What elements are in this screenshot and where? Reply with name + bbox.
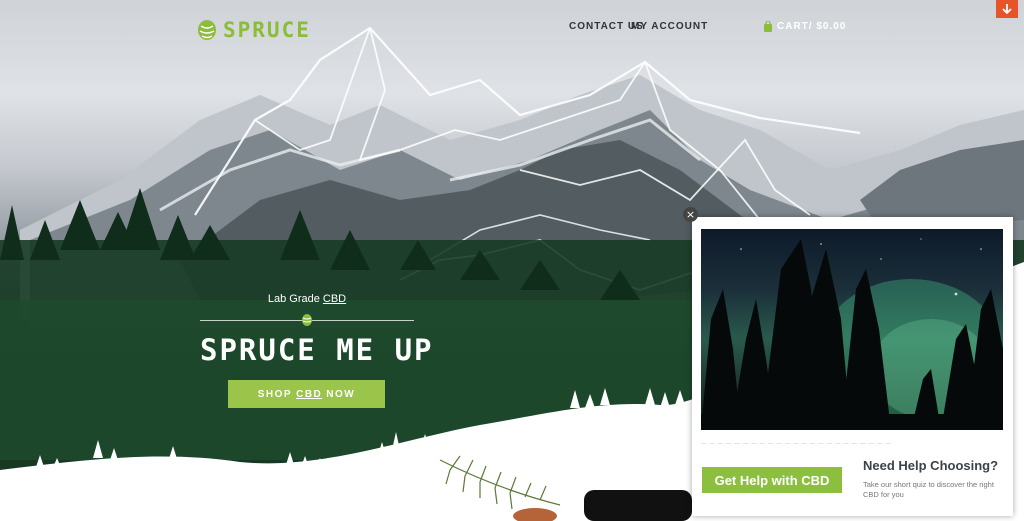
image-caption-line: — — — — — — — — — — — — — — — — — — — — … xyxy=(701,441,892,447)
popup-subtitle: Take our short quiz to discover the righ… xyxy=(863,480,994,499)
brand-logo[interactable]: SPRUCE xyxy=(197,18,311,42)
cart-link[interactable]: CART/ $0.00 xyxy=(763,21,846,32)
cta-prefix: SHOP xyxy=(257,388,293,400)
tagline-text: Lab Grade xyxy=(267,293,323,305)
cta-suffix: NOW xyxy=(326,388,356,400)
arrow-down-icon xyxy=(1002,4,1012,15)
popup-title: Need Help Choosing? xyxy=(863,458,999,473)
hero-copy: Lab Grade CBD SPRUCE ME UP xyxy=(200,293,434,367)
cart-total: CART/ $0.00 xyxy=(777,21,847,32)
cta-cbd-link: CBD xyxy=(296,388,323,400)
nav-my-account-link[interactable]: MY ACCOUNT xyxy=(631,21,708,32)
spruce-cone-icon xyxy=(302,314,312,326)
shopping-bag-icon xyxy=(764,21,772,32)
tagline-cbd-link[interactable]: CBD xyxy=(323,293,346,305)
hero-headline: SPRUCE ME UP xyxy=(200,333,434,367)
aurora-forest-image xyxy=(701,229,1003,430)
brand-name: SPRUCE xyxy=(223,18,311,42)
spruce-cone-icon xyxy=(198,20,216,40)
close-icon: × xyxy=(685,208,696,221)
shop-cbd-now-button[interactable]: SHOP CBD NOW xyxy=(228,380,385,408)
popup-close-button[interactable]: × xyxy=(683,207,698,222)
hero-divider xyxy=(200,313,414,327)
cbd-quiz-popup: — — — — — — — — — — — — — — — — — — — — … xyxy=(692,217,1013,516)
hero-tagline: Lab Grade CBD xyxy=(200,293,414,305)
top-navigation: SPRUCE CONTACT US MY ACCOUNT CART/ $0.00 xyxy=(0,0,1024,56)
scroll-down-button[interactable] xyxy=(996,0,1018,18)
get-help-with-cbd-button[interactable]: Get Help with CBD xyxy=(702,467,842,493)
aurora-trees-illustration xyxy=(701,238,1003,430)
